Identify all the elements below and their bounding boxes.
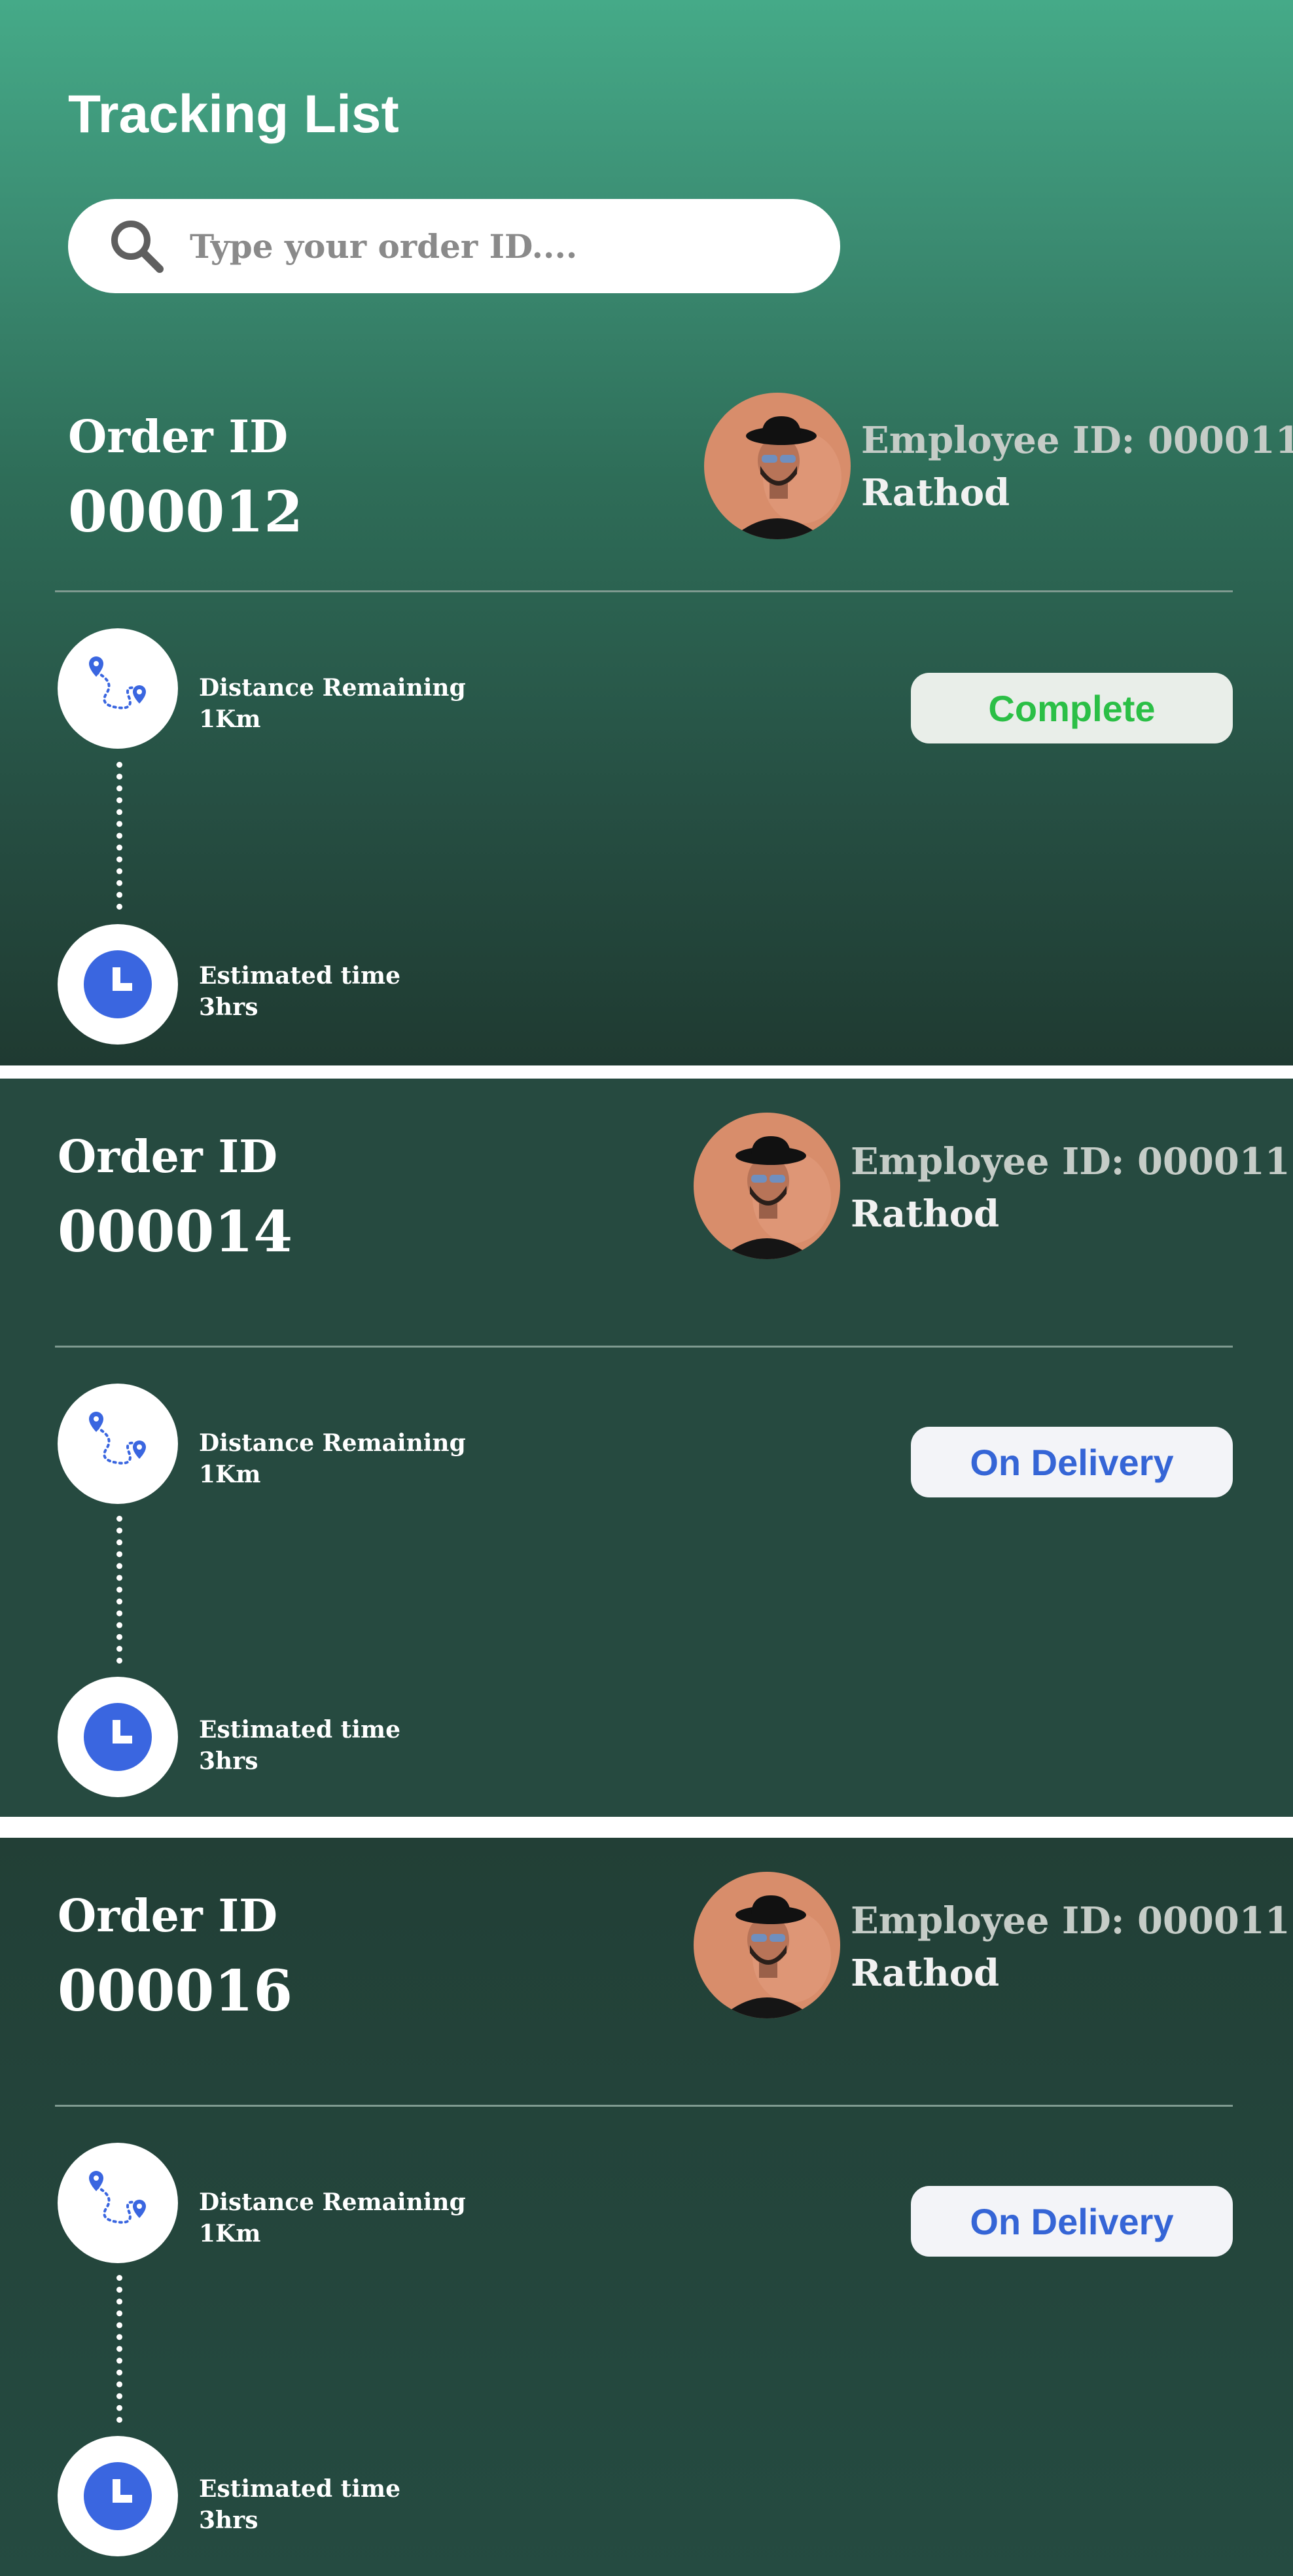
route-map-icon [89, 1412, 146, 1465]
search-bar[interactable] [68, 199, 840, 293]
route-icon-circle [58, 1384, 178, 1504]
time-label: Estimated time [199, 2475, 400, 2503]
progress-connector [116, 2275, 122, 2423]
time-value: 3hrs [199, 2507, 258, 2534]
clock-icon [84, 2462, 152, 2530]
route-icon-circle [58, 2143, 178, 2263]
page-title: Tracking List [68, 84, 399, 144]
employee-id: Employee ID: 000011 [861, 419, 1293, 462]
progress-connector [116, 1516, 122, 1664]
employee-avatar [694, 1872, 840, 2018]
distance-label: Distance Remaining [199, 674, 466, 702]
order-id-value: 000012 [68, 479, 304, 545]
order-id-label: Order ID [68, 411, 289, 463]
divider [55, 1346, 1233, 1348]
distance-label: Distance Remaining [199, 2189, 466, 2216]
divider [55, 590, 1233, 592]
clock-icon [84, 1703, 152, 1771]
employee-name: Rathod [851, 1952, 1000, 1995]
order-card-1: Tracking List Order ID 000012 Employee I… [0, 0, 1293, 1065]
time-label: Estimated time [199, 1716, 400, 1744]
distance-label: Distance Remaining [199, 1429, 466, 1457]
time-value: 3hrs [199, 1747, 258, 1775]
search-input[interactable] [188, 226, 780, 266]
route-map-icon [89, 656, 146, 709]
clock-icon-circle [58, 1677, 178, 1797]
order-card-2: Order ID 000014 Employee ID: 000011 Rath… [0, 1079, 1293, 1817]
order-id-value: 000016 [58, 1958, 293, 2024]
status-badge[interactable]: Complete [911, 673, 1233, 743]
time-label: Estimated time [199, 962, 400, 990]
route-map-icon [89, 2171, 146, 2224]
clock-icon-circle [58, 2436, 178, 2556]
order-id-label: Order ID [58, 1890, 278, 1942]
employee-id: Employee ID: 000011 [851, 1899, 1290, 1942]
employee-name: Rathod [851, 1192, 1000, 1236]
search-icon [111, 221, 164, 273]
distance-value: 1Km [199, 1461, 261, 1488]
order-id-value: 000014 [58, 1199, 293, 1265]
order-card-3: Order ID 000016 Employee ID: 000011 Rath… [0, 1838, 1293, 2576]
distance-value: 1Km [199, 706, 261, 733]
employee-name: Rathod [861, 471, 1010, 514]
status-badge[interactable]: On Delivery [911, 1427, 1233, 1497]
route-icon-circle [58, 628, 178, 749]
employee-avatar [704, 393, 851, 539]
employee-avatar [694, 1113, 840, 1259]
distance-value: 1Km [199, 2220, 261, 2247]
clock-icon [84, 950, 152, 1018]
status-badge[interactable]: On Delivery [911, 2186, 1233, 2257]
divider [55, 2105, 1233, 2107]
order-id-label: Order ID [58, 1131, 278, 1183]
employee-id: Employee ID: 000011 [851, 1140, 1290, 1183]
time-value: 3hrs [199, 993, 258, 1021]
progress-connector [116, 762, 122, 910]
clock-icon-circle [58, 924, 178, 1045]
